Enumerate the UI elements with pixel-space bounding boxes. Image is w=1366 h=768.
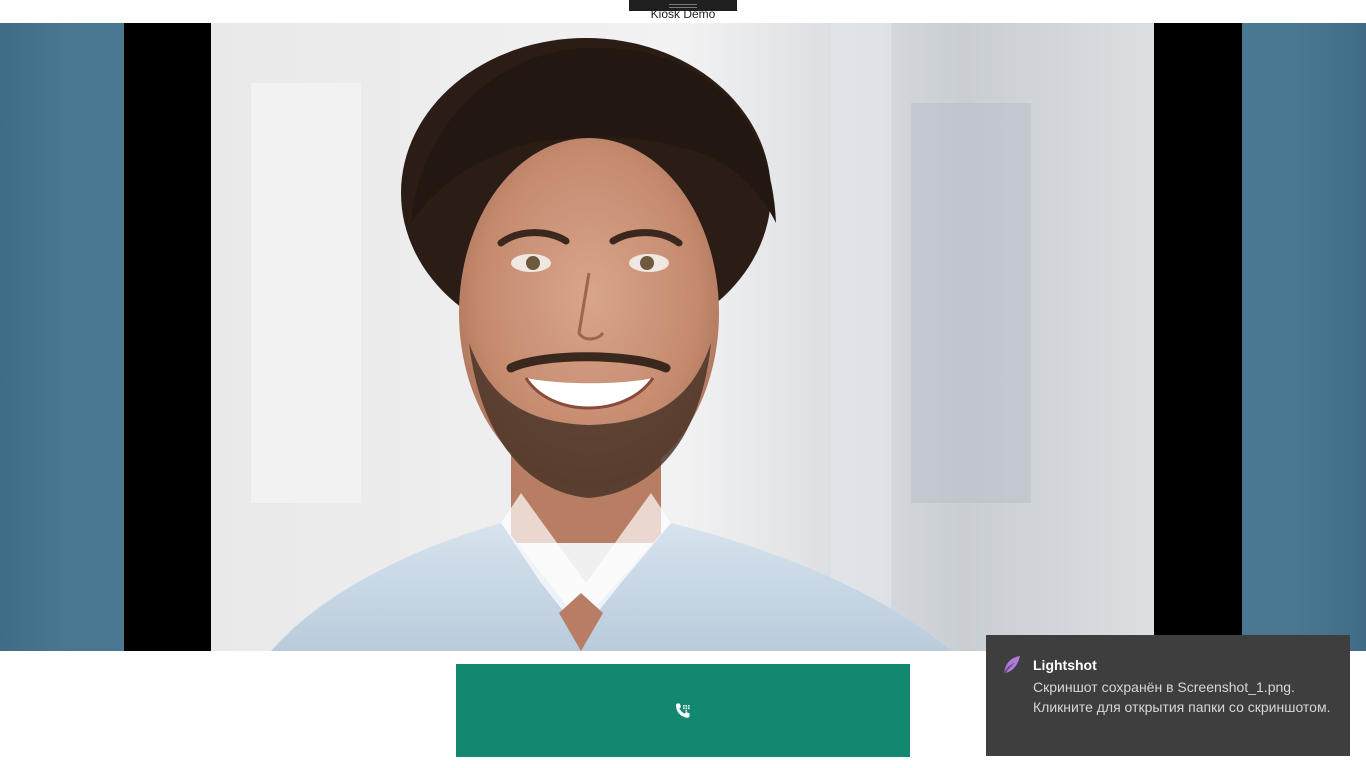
window-title-tab[interactable]: Kiosk Demo <box>629 0 737 22</box>
call-button[interactable] <box>456 664 910 757</box>
screenshot-notification[interactable]: Lightshot Скриншот сохранён в Screenshot… <box>986 635 1350 756</box>
window-title: Kiosk Demo <box>650 7 716 21</box>
remote-video <box>211 23 1154 651</box>
video-frame <box>124 23 1242 651</box>
video-area <box>0 23 1366 651</box>
notification-app-name: Lightshot <box>1033 657 1097 673</box>
phone-dial-icon <box>674 702 692 720</box>
feather-icon <box>1002 655 1022 680</box>
notification-message: Скриншот сохранён в Screenshot_1.png. Кл… <box>1033 679 1331 715</box>
kiosk-app: Kiosk Demo Lightshot Скриншот сохранён в… <box>0 0 1366 768</box>
